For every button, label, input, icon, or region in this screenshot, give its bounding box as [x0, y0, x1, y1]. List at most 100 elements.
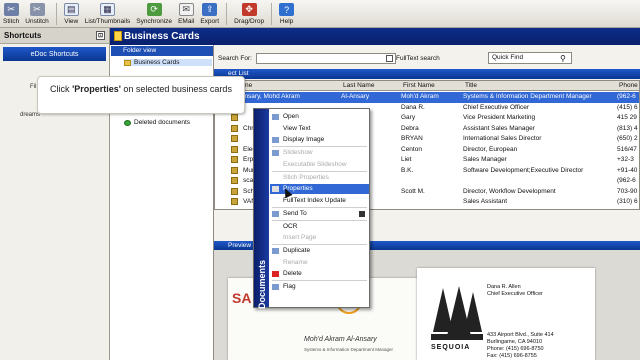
search-input[interactable]: [256, 53, 396, 64]
menu-item-label: Rename: [283, 258, 308, 266]
cell-phone: (962-6: [617, 177, 636, 184]
card-city: Burlingame, CA 94010: [487, 339, 543, 345]
menu-item-display-image[interactable]: Display Image: [270, 135, 369, 145]
folder-item-business-cards[interactable]: Business Cards: [124, 59, 212, 66]
cell-phone: (650) 2: [617, 135, 638, 142]
email-button[interactable]: ✉ EMail: [175, 0, 197, 27]
menu-item-label: Executable Slideshow: [283, 160, 347, 168]
card-company: SEQUOIA: [431, 344, 471, 351]
cell-title: Sales Manager: [463, 156, 507, 163]
drag-drop-button[interactable]: ✥ Drag/Drop: [231, 0, 267, 27]
document-icon: [231, 156, 238, 163]
duplicate-icon: [272, 248, 279, 254]
list-title: ect List: [214, 69, 640, 79]
cell-phone: 516/47: [617, 145, 637, 153]
context-menu: Documents Open View Text Display Image Slid…: [253, 108, 370, 309]
view-icon: ▤: [63, 3, 79, 16]
document-icon: [231, 124, 238, 132]
tree-logo: [431, 286, 483, 340]
column-header-title[interactable]: Title: [463, 82, 477, 90]
binoculars-icon[interactable]: ⚲: [560, 54, 566, 63]
search-row: Search For: FullText search Quick Find ⚲: [214, 52, 640, 66]
context-menu-strip: Documents: [254, 109, 269, 309]
help-button[interactable]: ? Help: [276, 0, 297, 27]
menu-item-label: Delete: [283, 270, 302, 277]
cell-title: International Sales Director: [463, 135, 542, 142]
document-icon: [231, 145, 238, 153]
menu-item-send-to[interactable]: Send To: [270, 209, 369, 219]
cell-last: Al-Ansary: [341, 93, 370, 100]
unstitch-button[interactable]: ✂ Unstitch: [22, 0, 51, 27]
export-button[interactable]: ⇪ Export: [197, 0, 222, 27]
properties-icon: [272, 186, 279, 192]
column-header-last-name[interactable]: Last Name: [341, 82, 374, 90]
cell-title: Sales Assistant: [463, 198, 508, 205]
menu-item-label: Display Image: [283, 136, 325, 143]
menu-separator: [272, 244, 367, 245]
menu-item-rename[interactable]: Rename: [270, 258, 369, 268]
context-menu-strip-label: Documents: [257, 259, 267, 309]
synchronize-button[interactable]: ⟳ Synchronize: [133, 0, 175, 27]
column-header-phone[interactable]: Phone: [617, 82, 638, 90]
synchronize-label: Synchronize: [136, 18, 173, 25]
cell-first: Dana R.: [401, 103, 425, 111]
menu-item-open[interactable]: Open: [270, 112, 369, 122]
cell-title: Director, Workflow Development: [463, 187, 556, 195]
stitch-label: Stitch: [3, 18, 20, 25]
recycle-icon: [124, 119, 131, 126]
fulltext-checkbox[interactable]: [386, 55, 393, 62]
menu-item-ocr[interactable]: OCR: [270, 222, 369, 232]
help-label: Help: [279, 18, 294, 25]
cell-name: lnsary, Mohd Akram: [243, 93, 300, 100]
cell-title: Director, European: [463, 145, 518, 153]
menu-separator: [272, 170, 367, 172]
cell-title: Assistant Sales Manager: [463, 124, 535, 132]
grid-header: ne Last Name First Name Title Phone: [215, 81, 639, 91]
document-icon: [231, 198, 238, 205]
cell-first: Centon: [401, 145, 422, 153]
list-thumbnails-label: List/Thumbnails: [84, 18, 131, 25]
view-button[interactable]: ▤ View: [61, 0, 82, 27]
menu-separator: [272, 280, 367, 281]
thumbnails-icon: ▦: [100, 3, 116, 16]
menu-item-executable-slideshow[interactable]: Executable Slideshow: [270, 160, 369, 170]
menu-item-stich-properties[interactable]: Stich Properties: [270, 173, 369, 183]
menu-item-label: FullText Index Update: [283, 196, 346, 204]
menu-item-flag[interactable]: Flag: [270, 282, 369, 292]
email-icon: ✉: [178, 3, 194, 16]
cell-phone: (415) 6: [617, 103, 638, 111]
folder-item-deleted[interactable]: Deleted documents: [124, 119, 190, 126]
tutorial-callout: Click 'Properties' on selected business …: [37, 76, 245, 114]
help-icon: ?: [279, 3, 295, 16]
shortcut-item[interactable]: dreams: [20, 112, 40, 118]
menu-item-label: View Text: [283, 124, 311, 132]
menu-item-insert-page[interactable]: Insert Page: [270, 233, 369, 243]
edoc-shortcuts-bar[interactable]: eDoc Shortcuts: [3, 47, 106, 61]
export-icon: ⇪: [202, 3, 218, 16]
table-row[interactable]: lnsary, Mohd Akram Al-Ansary Moh'd Akram Sy…: [215, 92, 639, 103]
menu-item-duplicate[interactable]: Duplicate: [270, 246, 369, 256]
menu-item-label: Flag: [283, 283, 296, 290]
email-label: EMail: [178, 18, 195, 25]
menu-item-label: OCR: [283, 222, 298, 230]
submenu-arrow-icon: [359, 210, 365, 217]
folder-item-label: Business Cards: [134, 59, 180, 66]
drag-drop-icon: ✥: [241, 3, 257, 16]
folder-item-label: Deleted documents: [134, 119, 191, 126]
menu-item-delete[interactable]: Delete: [270, 269, 369, 279]
cell-title: Software Development;Executive Director: [463, 166, 584, 174]
menu-item-view-text[interactable]: View Text: [270, 124, 369, 134]
menu-item-label: Duplicate: [283, 247, 311, 254]
list-thumbnails-button[interactable]: ▦ List/Thumbnails: [82, 0, 134, 27]
column-header-first-name[interactable]: First Name: [401, 82, 435, 90]
cell-first: B.K.: [401, 166, 414, 174]
menu-item-slideshow[interactable]: Slideshow: [270, 148, 369, 158]
cell-phone: (962-6: [617, 93, 636, 100]
stitch-button[interactable]: ✂ Stitch: [0, 0, 22, 27]
cell-title: Chief Executive Officer: [463, 103, 529, 111]
shortcut-item[interactable]: Fil: [30, 84, 36, 90]
card-role: Chief Executive Officer: [487, 291, 543, 297]
pin-icon[interactable]: ⊡: [96, 31, 105, 40]
menu-item-label: Slideshow: [283, 149, 313, 156]
callout-prefix: Click: [50, 84, 70, 94]
